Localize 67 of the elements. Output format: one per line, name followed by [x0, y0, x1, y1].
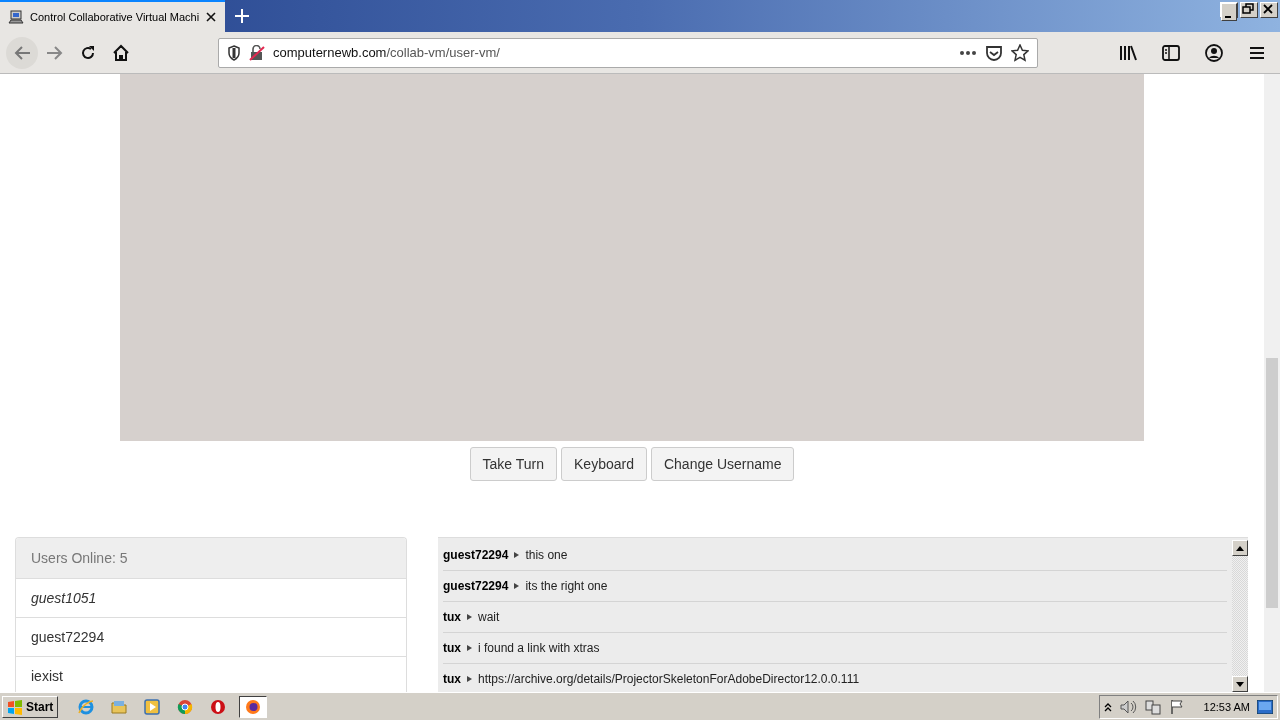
- opera-icon: [210, 698, 227, 715]
- ie-icon: [78, 698, 95, 715]
- windows-logo-icon: [7, 698, 23, 715]
- taskbar-app[interactable]: [239, 695, 268, 718]
- chat-message: https://archive.org/details/ProjectorSkeletonForAdobeDirector12.0.0.111: [478, 672, 860, 686]
- menu-icon: [1249, 45, 1265, 60]
- start-button[interactable]: Start: [2, 695, 59, 718]
- computer-icon: [8, 9, 24, 25]
- account-icon: [1205, 43, 1223, 62]
- minimize-icon: [1225, 16, 1231, 18]
- user-item[interactable]: guest72294: [16, 618, 406, 657]
- chrome-icon: [177, 698, 194, 715]
- forward-arrow-icon: [46, 44, 64, 61]
- triangle-icon: [467, 614, 472, 620]
- back-arrow-icon: [13, 44, 31, 61]
- star-icon[interactable]: [1011, 43, 1029, 62]
- address-bar[interactable]: computernewb.com/collab-vm/user-vm/: [218, 37, 1038, 68]
- chat-username: guest72294: [443, 548, 509, 562]
- firefox-icon: [245, 698, 262, 715]
- shield-icon: [227, 44, 241, 61]
- vm-button[interactable]: Keyboard: [561, 447, 647, 481]
- folder-icon: [111, 698, 128, 715]
- library-icon: [1119, 44, 1137, 61]
- insecure-lock-icon: [249, 44, 265, 61]
- close-icon: [1261, 3, 1275, 15]
- browser-tab[interactable]: Control Collaborative Virtual Machi: [0, 0, 226, 32]
- restore-icon: [1241, 3, 1255, 15]
- close-icon[interactable]: [205, 11, 218, 23]
- chevron-up-icon[interactable]: [1103, 701, 1112, 712]
- chat-username: tux: [443, 641, 461, 655]
- more-icon[interactable]: [959, 49, 977, 56]
- triangle-icon: [467, 676, 472, 682]
- reload-icon: [80, 44, 96, 61]
- vm-button[interactable]: Take Turn: [469, 447, 557, 481]
- show-desktop-icon[interactable]: [1257, 699, 1273, 714]
- close-button[interactable]: [1260, 2, 1278, 18]
- chat-message: this one: [525, 548, 568, 562]
- up-arrow-icon: [1236, 545, 1244, 551]
- minimize-button[interactable]: [1220, 2, 1238, 18]
- chat-message: i found a link with xtras: [478, 641, 600, 655]
- speaker-icon[interactable]: [1118, 698, 1137, 715]
- tab-title: Control Collaborative Virtual Machi: [30, 11, 200, 23]
- pocket-icon[interactable]: [985, 44, 1003, 61]
- home-icon: [112, 43, 130, 62]
- back-button[interactable]: [6, 36, 38, 69]
- triangle-icon: [514, 583, 520, 589]
- flag-icon[interactable]: [1168, 698, 1185, 715]
- chat-username: tux: [443, 672, 461, 686]
- play-icon: [144, 698, 161, 715]
- vm-button[interactable]: Change Username: [650, 447, 795, 481]
- chat-message: its the right one: [525, 579, 608, 593]
- network-icon[interactable]: [1143, 698, 1162, 715]
- down-arrow-icon: [1236, 681, 1244, 687]
- plus-icon: [235, 9, 250, 23]
- chat-username: tux: [443, 610, 461, 624]
- clock[interactable]: 12:53 AM: [1203, 700, 1250, 713]
- users-header: Users Online: 5: [16, 538, 406, 579]
- sidebar-icon: [1162, 44, 1180, 61]
- chat-username: guest72294: [443, 579, 509, 593]
- restore-button[interactable]: [1240, 2, 1258, 18]
- page-scrollbar[interactable]: [1264, 74, 1280, 692]
- url-text: computernewb.com/collab-vm/user-vm/: [273, 45, 500, 60]
- triangle-icon: [514, 552, 520, 558]
- chat-message: wait: [478, 610, 500, 624]
- triangle-icon: [467, 645, 472, 651]
- chat-scrollbar[interactable]: [1232, 540, 1248, 692]
- user-item[interactable]: guest1051: [16, 579, 406, 618]
